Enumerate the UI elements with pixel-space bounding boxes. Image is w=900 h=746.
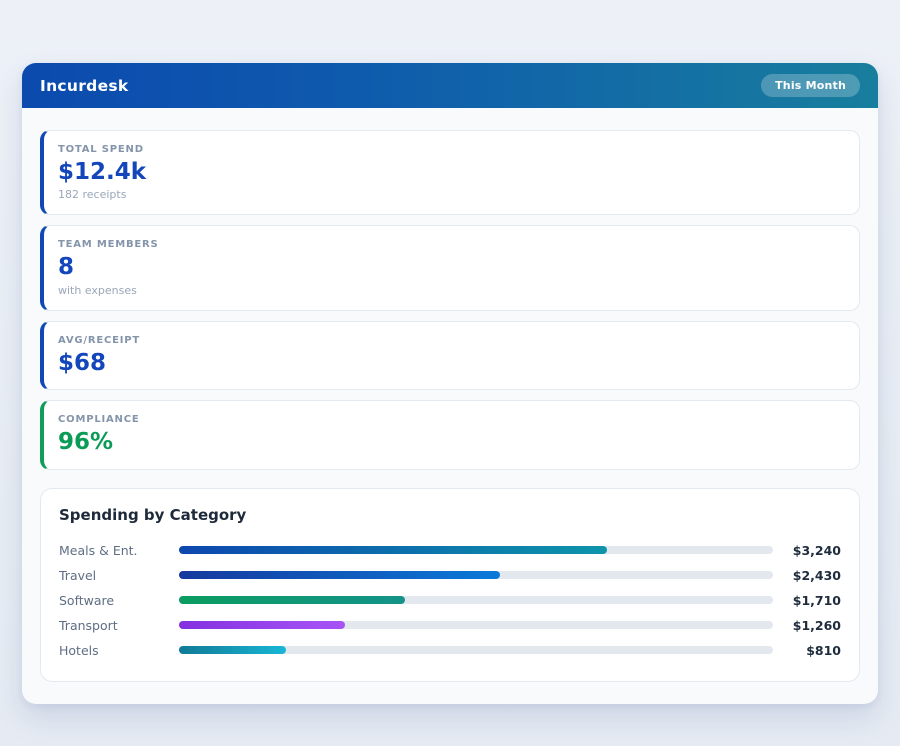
spending-chart-card: Spending by Category Meals & Ent. $3,240… — [40, 488, 860, 682]
stat-sub: 182 receipts — [58, 188, 843, 201]
chart-row-software: Software $1,710 — [59, 588, 841, 613]
main-content: TOTAL SPEND $12.4k 182 receipts TEAM MEM… — [22, 108, 878, 704]
stat-card-compliance: COMPLIANCE 96% — [40, 400, 860, 469]
category-label: Transport — [59, 618, 179, 633]
chart-title: Spending by Category — [59, 506, 841, 524]
stat-value: $12.4k — [58, 159, 843, 185]
category-value: $810 — [773, 643, 841, 658]
bar-track — [179, 646, 773, 654]
category-label: Travel — [59, 568, 179, 583]
bar-track — [179, 546, 773, 554]
app-header: Incurdesk This Month — [22, 63, 878, 108]
bar-track — [179, 596, 773, 604]
stat-value: 8 — [58, 254, 843, 280]
stat-card-total-spend: TOTAL SPEND $12.4k 182 receipts — [40, 130, 860, 215]
stat-label: COMPLIANCE — [58, 414, 843, 425]
category-value: $1,260 — [773, 618, 841, 633]
bar-track — [179, 621, 773, 629]
bar-track — [179, 571, 773, 579]
category-value: $2,430 — [773, 568, 841, 583]
category-value: $3,240 — [773, 543, 841, 558]
category-label: Hotels — [59, 643, 179, 658]
bar-fill-travel — [179, 571, 500, 579]
stat-value: 96% — [58, 429, 843, 455]
page: Incurdesk This Month TOTAL SPEND $12.4k … — [0, 0, 900, 704]
stat-value: $68 — [58, 350, 843, 376]
stat-label: AVG/RECEIPT — [58, 335, 843, 346]
stat-label: TOTAL SPEND — [58, 144, 843, 155]
bar-fill-software — [179, 596, 405, 604]
chart-row-meals: Meals & Ent. $3,240 — [59, 538, 841, 563]
chart-row-travel: Travel $2,430 — [59, 563, 841, 588]
category-value: $1,710 — [773, 593, 841, 608]
bar-fill-meals — [179, 546, 607, 554]
category-label: Software — [59, 593, 179, 608]
stat-label: TEAM MEMBERS — [58, 239, 843, 250]
stat-sub: with expenses — [58, 284, 843, 297]
bar-fill-transport — [179, 621, 345, 629]
chart-row-hotels: Hotels $810 — [59, 638, 841, 663]
bar-fill-hotels — [179, 646, 286, 654]
period-badge[interactable]: This Month — [761, 74, 860, 97]
app-container: Incurdesk This Month TOTAL SPEND $12.4k … — [22, 63, 878, 704]
stat-card-avg-receipt: AVG/RECEIPT $68 — [40, 321, 860, 390]
chart-row-transport: Transport $1,260 — [59, 613, 841, 638]
stat-card-team-members: TEAM MEMBERS 8 with expenses — [40, 225, 860, 310]
app-title: Incurdesk — [40, 77, 129, 95]
category-label: Meals & Ent. — [59, 543, 179, 558]
